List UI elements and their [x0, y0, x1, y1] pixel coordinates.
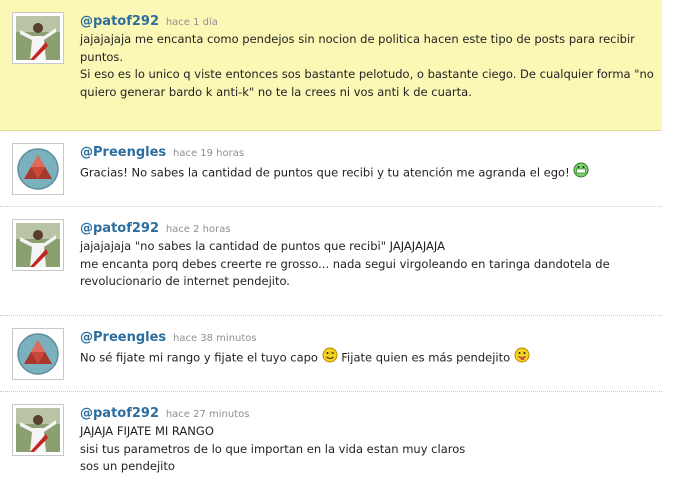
comment-line: me encanta porq debes creerte re grosso.…: [80, 256, 610, 289]
comment-item: @patof292 hace 2 horas jajajajaja "no sa…: [0, 207, 662, 316]
comment-meta: @patof292 hace 27 minutos: [80, 405, 654, 423]
comment-line: Si eso es lo unico q viste entonces sos …: [80, 67, 654, 99]
comment-line: JAJAJA FIJATE MI RANGO: [80, 424, 214, 438]
comment-line: jajajajaja "no sabes la cantidad de punt…: [80, 239, 445, 253]
username-link[interactable]: @patof292: [80, 14, 159, 29]
tongue-emoji: [514, 347, 530, 369]
comment-body: @patof292 hace 27 minutos JAJAJA FIJATE …: [80, 405, 654, 476]
comment-line-text: No sé fijate mi rango y fijate el tuyo c…: [80, 350, 318, 365]
comment-text: Gracias! No sabes la cantidad de puntos …: [80, 162, 654, 184]
comment-text: jajajajaja me encanta como pendejos sin …: [80, 31, 654, 101]
triangle-logo: [16, 332, 60, 376]
comment-body: @patof292 hace 2 horas jajajajaja "no sa…: [80, 220, 654, 291]
comment-item: @Preengles hace 19 horas Gracias! No sab…: [0, 131, 662, 207]
user-avatar[interactable]: [12, 219, 64, 271]
comment-line: jajajajaja me encanta como pendejos sin …: [80, 32, 635, 64]
username-link[interactable]: @patof292: [80, 221, 159, 236]
user-avatar[interactable]: [12, 328, 64, 380]
comment-text: JAJAJA FIJATE MI RANGO sisi tus parametr…: [80, 423, 654, 476]
comment-line-text: Fijate quien es más pendejito: [341, 350, 511, 365]
comment-line: No sé fijate mi rango y fijate el tuyo c…: [80, 347, 654, 369]
player-photo: [16, 223, 60, 267]
username-link[interactable]: @Preengles: [80, 145, 166, 160]
comment-body: @Preengles hace 38 minutos No sé fijate …: [80, 329, 654, 369]
timestamp: hace 38 minutos: [172, 333, 257, 344]
comment-line-text: Gracias! No sabes la cantidad de puntos …: [80, 165, 570, 180]
comment-meta: @Preengles hace 19 horas: [80, 144, 654, 162]
username-link[interactable]: @Preengles: [80, 330, 166, 345]
user-avatar[interactable]: [12, 143, 64, 195]
comment-line: sos un pendejito: [80, 459, 175, 473]
timestamp: hace 1 día: [165, 17, 218, 28]
comment-meta: @patof292 hace 2 horas: [80, 220, 654, 238]
timestamp: hace 2 horas: [165, 224, 231, 235]
comment-body: @Preengles hace 19 horas Gracias! No sab…: [80, 144, 654, 184]
grin-emoji: [573, 162, 589, 184]
comment-text: No sé fijate mi rango y fijate el tuyo c…: [80, 347, 654, 369]
comment-text: jajajajaja "no sabes la cantidad de punt…: [80, 238, 654, 291]
comment-item: @patof292 hace 1 día jajajajaja me encan…: [0, 0, 662, 131]
comment-body: @patof292 hace 1 día jajajajaja me encan…: [80, 13, 654, 101]
timestamp: hace 19 horas: [172, 148, 245, 159]
comment-line: Gracias! No sabes la cantidad de puntos …: [80, 162, 654, 184]
user-avatar[interactable]: [12, 12, 64, 64]
username-link[interactable]: @patof292: [80, 406, 159, 421]
comment-line: sisi tus parametros de lo que importan e…: [80, 441, 466, 456]
comment-meta: @patof292 hace 1 día: [80, 13, 654, 31]
timestamp: hace 27 minutos: [165, 409, 250, 420]
comment-item: @patof292 hace 27 minutos JAJAJA FIJATE …: [0, 392, 662, 496]
comment-meta: @Preengles hace 38 minutos: [80, 329, 654, 347]
player-photo: [16, 16, 60, 60]
wink-emoji: [322, 347, 338, 369]
user-avatar[interactable]: [12, 404, 64, 456]
comment-item: @Preengles hace 38 minutos No sé fijate …: [0, 316, 662, 392]
player-photo: [16, 408, 60, 452]
triangle-logo: [16, 147, 60, 191]
